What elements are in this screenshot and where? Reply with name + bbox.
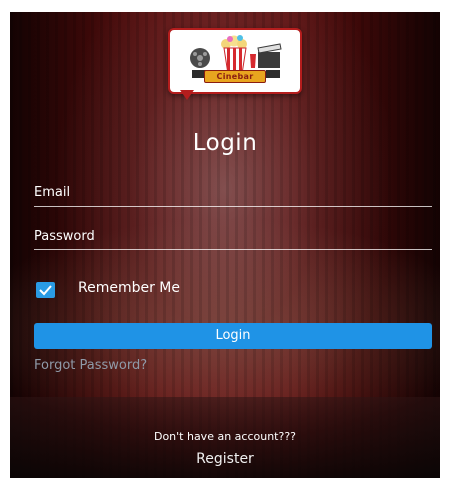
logo-speech-tail xyxy=(180,90,194,100)
page-title: Login xyxy=(192,130,258,156)
check-icon xyxy=(39,285,52,296)
remember-me-label: Remember Me xyxy=(78,280,180,296)
no-account-text: Don't have an account??? xyxy=(153,430,297,443)
email-field[interactable]: Email xyxy=(34,185,70,200)
email-underline xyxy=(34,206,432,207)
login-screen: Cinebar Login Email Password Remember Me… xyxy=(10,12,440,478)
app-logo: Cinebar xyxy=(168,28,302,94)
password-field[interactable]: Password xyxy=(34,229,95,244)
login-button[interactable]: Login xyxy=(34,323,432,349)
password-underline xyxy=(34,249,432,250)
forgot-password-link[interactable]: Forgot Password? xyxy=(34,358,147,373)
remember-me-checkbox[interactable] xyxy=(36,282,55,298)
logo-text: Cinebar xyxy=(204,70,266,83)
register-link[interactable]: Register xyxy=(10,451,440,467)
